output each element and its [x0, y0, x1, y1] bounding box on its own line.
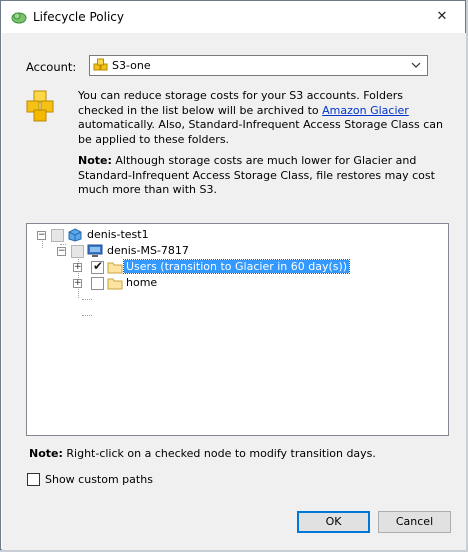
cloud-app-icon: [11, 12, 27, 24]
title-bar: Lifecycle Policy ✕: [1, 1, 465, 33]
tree-connector: [78, 252, 79, 298]
tree-checkbox-account[interactable]: [51, 229, 64, 242]
right-click-note: Note: Right-click on a checked node to m…: [29, 447, 376, 460]
show-custom-paths-checkbox[interactable]: [27, 473, 40, 486]
tree-label-home: home: [126, 276, 158, 289]
tree-label-computer: denis-MS-7817: [107, 244, 189, 257]
folder-tree[interactable]: − denis-test1 − denis-MS-7817 + ✔ Users …: [26, 223, 449, 436]
show-custom-paths-label[interactable]: Show custom paths: [45, 473, 153, 486]
tree-connector: [60, 244, 66, 245]
collapse-toggle[interactable]: −: [57, 247, 66, 256]
storage-note: Note: Although storage costs are much lo…: [78, 154, 443, 198]
note-body: Although storage costs are much lower fo…: [78, 154, 435, 196]
tree-label-account: denis-test1: [87, 228, 149, 241]
tree-connector: [82, 315, 92, 316]
cancel-button[interactable]: Cancel: [378, 511, 451, 533]
s3-storage-cubes-icon: [26, 90, 54, 122]
tree-checkbox-home[interactable]: [91, 277, 104, 290]
account-label: Account:: [26, 60, 77, 74]
dialog-body: Account: S3-one You can reduce storage c…: [2, 33, 466, 550]
expand-toggle[interactable]: +: [73, 279, 82, 288]
tree-label-users: Users (transition to Glacier in 60 day(s…: [122, 259, 351, 274]
folder-icon: [107, 262, 123, 274]
tree-checkbox-users[interactable]: ✔: [91, 259, 104, 274]
account-selected-value: S3-one: [112, 59, 151, 72]
computer-monitor-icon: [87, 244, 103, 257]
chevron-down-icon: [411, 62, 421, 68]
checkmark-icon: ✔: [93, 259, 104, 273]
lifecycle-policy-dialog: Lifecycle Policy ✕ Account: S3-one You c…: [0, 0, 466, 550]
folder-icon: [107, 278, 123, 290]
s3-bucket-cube-icon: [68, 228, 82, 242]
info-text-end: automatically. Also, Standard-Infrequent…: [78, 118, 443, 146]
bottom-note-label: Note:: [29, 447, 63, 460]
collapse-toggle[interactable]: −: [37, 231, 46, 240]
close-button[interactable]: ✕: [419, 1, 465, 33]
s3-cubes-icon: [93, 58, 108, 71]
info-paragraph: You can reduce storage costs for your S3…: [78, 89, 448, 147]
account-select[interactable]: S3-one: [89, 55, 428, 76]
expand-toggle[interactable]: +: [73, 263, 82, 272]
note-label: Note:: [78, 154, 112, 167]
amazon-glacier-link[interactable]: Amazon Glacier: [322, 104, 409, 117]
bottom-note-body: Right-click on a checked node to modify …: [62, 447, 376, 460]
close-icon: ✕: [436, 9, 448, 24]
tree-checkbox-computer[interactable]: [71, 245, 84, 258]
window-title: Lifecycle Policy: [33, 10, 124, 24]
tree-connector: [82, 299, 92, 300]
ok-button[interactable]: OK: [297, 511, 370, 533]
